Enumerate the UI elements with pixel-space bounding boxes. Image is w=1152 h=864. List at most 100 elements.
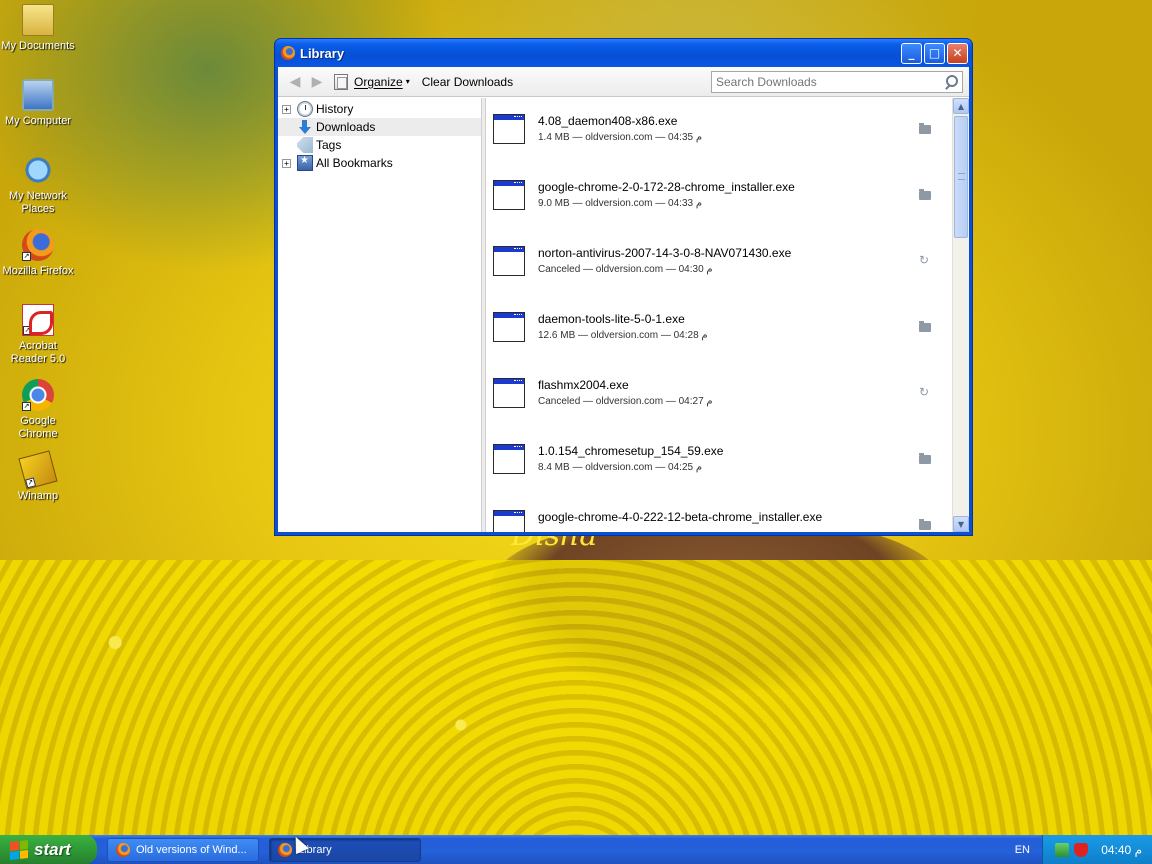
- download-status: 9.0 MB — oldversion.com — 04:33 م: [538, 198, 703, 209]
- desktop-icon-label: My Documents: [1, 40, 75, 52]
- executable-file-icon: [493, 114, 525, 144]
- download-item[interactable]: google-chrome-2-0-172-28-chrome_installe…: [487, 164, 952, 230]
- open-folder-button[interactable]: [919, 123, 932, 134]
- download-filename: 4.08_daemon408-x86.exe: [538, 114, 678, 128]
- folder-icon: [919, 321, 931, 332]
- bookmarks-icon: [297, 155, 313, 171]
- sidebar-item-all-bookmarks[interactable]: + All Bookmarks: [278, 154, 481, 172]
- title-bar[interactable]: Library _ □ ✕: [275, 39, 972, 67]
- start-label: start: [34, 839, 71, 859]
- close-button[interactable]: ✕: [947, 42, 968, 64]
- desktop-icon-label: Google Chrome: [18, 415, 58, 440]
- chrome-icon: ↗: [22, 379, 54, 411]
- desktop-icon-acrobat[interactable]: ↗ Acrobat Reader 5.0: [0, 304, 76, 366]
- minimize-button[interactable]: _: [901, 42, 922, 64]
- desktop-icon-chrome[interactable]: ↗ Google Chrome: [0, 379, 76, 441]
- sidebar-item-label: Downloads: [316, 120, 376, 134]
- windows-logo-icon: [10, 839, 28, 860]
- pane-splitter[interactable]: [482, 98, 486, 532]
- search-icon[interactable]: [944, 74, 958, 89]
- shortcut-arrow-icon: ↗: [22, 252, 31, 261]
- search-box[interactable]: [711, 70, 963, 93]
- search-input[interactable]: [716, 74, 944, 89]
- window-client: ◀ ▶ Organize ▾ Clear Downloads + History: [278, 67, 969, 532]
- grip-icon: [958, 173, 965, 180]
- language-indicator[interactable]: EN: [1015, 844, 1030, 856]
- open-folder-button[interactable]: [919, 519, 932, 530]
- wallpaper-flowers: [0, 560, 1152, 835]
- desktop-icon-label: My Computer: [4, 115, 72, 127]
- download-item[interactable]: google-chrome-4-0-222-12-beta-chrome_ins…: [487, 494, 952, 532]
- sidebar-item-downloads[interactable]: Downloads: [278, 118, 481, 136]
- download-status: 1.4 MB — oldversion.com — 04:35 م: [538, 132, 703, 143]
- download-filename: google-chrome-2-0-172-28-chrome_installe…: [538, 180, 795, 194]
- organize-icon: [334, 73, 348, 90]
- retry-icon[interactable]: ↻: [919, 254, 932, 266]
- download-item[interactable]: flashmx2004.exe Canceled — oldversion.co…: [487, 362, 952, 428]
- open-folder-button[interactable]: [919, 321, 932, 332]
- toolbar: ◀ ▶ Organize ▾ Clear Downloads: [278, 67, 969, 97]
- download-item[interactable]: norton-antivirus-2007-14-3-0-8-NAV071430…: [487, 230, 952, 296]
- shortcut-arrow-icon: ↗: [23, 326, 32, 335]
- sidebar-item-tags[interactable]: Tags: [278, 136, 481, 154]
- expand-icon[interactable]: +: [282, 104, 291, 114]
- desktop-icon-winamp[interactable]: ↗ Winamp: [0, 450, 76, 503]
- maximize-button[interactable]: □: [924, 42, 945, 64]
- clear-downloads-button[interactable]: Clear Downloads: [422, 75, 513, 89]
- download-item[interactable]: 4.08_daemon408-x86.exe 1.4 MB — oldversi…: [487, 98, 952, 164]
- retry-icon[interactable]: ↻: [919, 386, 932, 398]
- taskbar-item-label: Old versions of Wind...: [136, 843, 247, 856]
- firefox-icon: ↗: [22, 229, 54, 261]
- network-tray-icon[interactable]: [1055, 842, 1070, 857]
- desktop-icon-firefox[interactable]: ↗ Mozilla Firefox: [0, 229, 76, 278]
- folder-icon: [919, 519, 931, 530]
- dropdown-caret-icon: ▾: [405, 77, 410, 86]
- forward-button[interactable]: ▶: [306, 71, 328, 93]
- history-clock-icon: [297, 101, 313, 117]
- shield-icon[interactable]: [1074, 842, 1089, 857]
- executable-file-icon: [493, 510, 525, 532]
- download-filename: flashmx2004.exe: [538, 378, 629, 392]
- sidebar-item-label: All Bookmarks: [316, 156, 393, 170]
- download-filename: google-chrome-4-0-222-12-beta-chrome_ins…: [538, 510, 823, 524]
- folder-icon: [919, 453, 931, 464]
- scroll-thumb[interactable]: [954, 116, 968, 238]
- desktop-icon-label: Winamp: [17, 490, 59, 502]
- desktop-icon-network-places[interactable]: My Network Places: [0, 154, 76, 216]
- organize-label: Organize: [354, 74, 403, 89]
- download-item[interactable]: daemon-tools-lite-5-0-1.exe 12.6 MB — ol…: [487, 296, 952, 362]
- download-item[interactable]: 1.0.154_chromesetup_154_59.exe 8.4 MB — …: [487, 428, 952, 494]
- firefox-icon: [278, 842, 292, 857]
- open-folder-button[interactable]: [919, 189, 932, 200]
- scroll-up-button[interactable]: ▲: [953, 98, 969, 114]
- organize-menu[interactable]: Organize ▾: [334, 73, 410, 90]
- my-documents-icon: [22, 4, 54, 36]
- scroll-down-button[interactable]: ▼: [953, 516, 969, 532]
- back-button[interactable]: ◀: [284, 71, 306, 93]
- desktop-icon-my-documents[interactable]: My Documents: [0, 4, 76, 53]
- open-folder-button[interactable]: [919, 453, 932, 464]
- vertical-scrollbar[interactable]: ▲ ▼: [952, 98, 969, 532]
- download-status: Canceled — oldversion.com — 04:27 م: [538, 396, 713, 407]
- library-sidebar: + History Downloads Tags + All Bookmarks: [278, 98, 482, 532]
- my-computer-icon: [22, 79, 54, 111]
- network-places-icon: [22, 154, 54, 186]
- executable-file-icon: [493, 180, 525, 210]
- desktop-icon-label: Acrobat Reader 5.0: [10, 340, 66, 365]
- start-button[interactable]: start: [0, 835, 97, 864]
- download-filename: norton-antivirus-2007-14-3-0-8-NAV071430…: [538, 246, 792, 260]
- executable-file-icon: [493, 378, 525, 408]
- library-window: Library _ □ ✕ ◀ ▶ Organize ▾ Clear Downl…: [274, 38, 973, 536]
- sidebar-item-history[interactable]: + History: [278, 100, 481, 118]
- expand-icon[interactable]: +: [282, 158, 291, 168]
- download-status: 8.4 MB — oldversion.com — 04:25 م: [538, 462, 703, 473]
- system-tray: 04:40 م: [1042, 835, 1152, 864]
- firefox-icon: [281, 46, 295, 60]
- download-filename: daemon-tools-lite-5-0-1.exe: [538, 312, 685, 326]
- taskbar-item-firefox[interactable]: Old versions of Wind...: [107, 837, 259, 862]
- shortcut-arrow-icon: ↗: [25, 477, 37, 489]
- desktop-icon-my-computer[interactable]: My Computer: [0, 79, 76, 128]
- clock[interactable]: 04:40 م: [1101, 843, 1142, 857]
- shortcut-arrow-icon: ↗: [22, 402, 31, 411]
